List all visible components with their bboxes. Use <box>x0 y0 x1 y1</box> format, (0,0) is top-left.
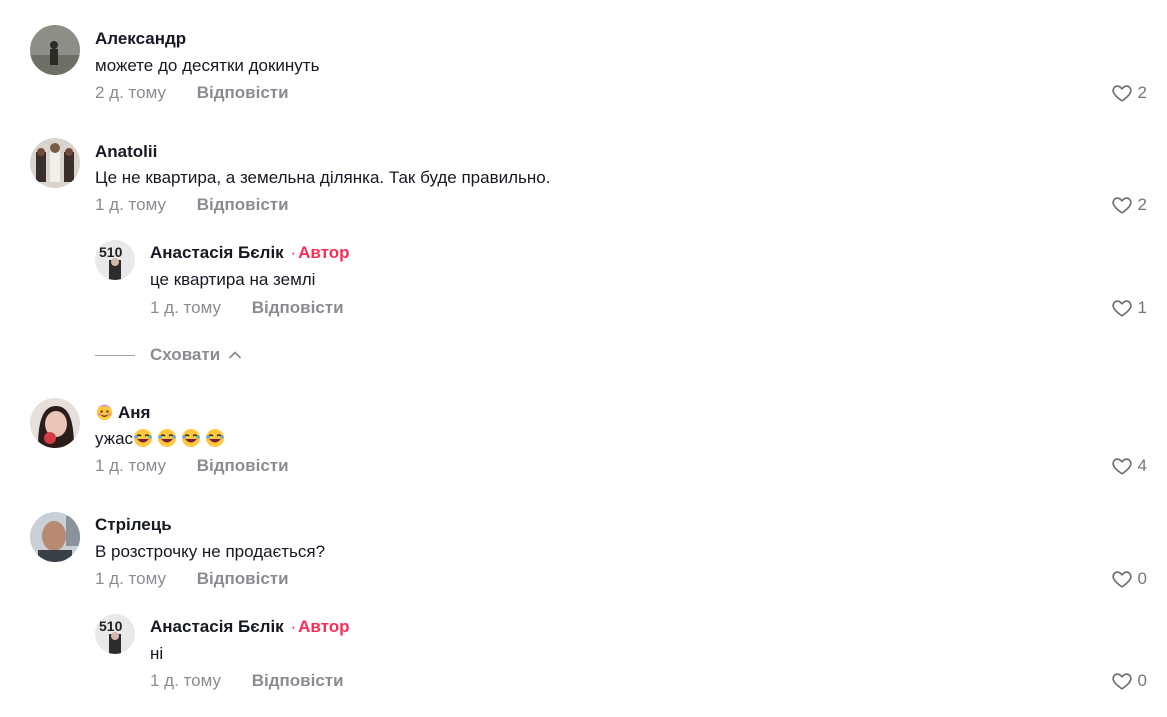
reply-username-row: Анастасія Бєлік · Автор <box>150 243 349 263</box>
laughing-face-emoji <box>158 429 177 447</box>
reply-username-row: Анастасія Бєлік · Автор <box>150 617 349 637</box>
reply-button[interactable]: Відповісти <box>197 83 289 102</box>
author-badge: Автор <box>298 617 350 636</box>
heart-outline-icon <box>1111 300 1132 317</box>
like-count: 0 <box>1137 671 1147 690</box>
like-button[interactable]: 2 <box>1111 82 1147 104</box>
avatar[interactable] <box>30 25 80 75</box>
like-button[interactable]: 0 <box>1111 568 1147 590</box>
reply-meta: 1 д. тому Відповісти <box>150 671 344 691</box>
comment-text-body: ужас <box>95 429 134 448</box>
comment-username[interactable]: Александр <box>95 29 186 49</box>
comment-meta: 1 д. тому Відповісти <box>95 456 289 476</box>
comment-meta: 1 д. тому Відповісти <box>95 195 289 215</box>
svg-text:510: 510 <box>99 244 123 260</box>
like-button[interactable]: 4 <box>1111 455 1147 477</box>
like-button[interactable]: 2 <box>1111 194 1147 216</box>
comment-meta: 1 д. тому Відповісти <box>95 569 289 589</box>
avatar[interactable]: 510 <box>95 240 135 280</box>
reply-text: ні <box>150 644 164 663</box>
reply-time: 1 д. тому <box>150 298 221 317</box>
avatar[interactable]: 510 <box>95 614 135 654</box>
comment-username-row: Аня <box>95 402 150 423</box>
hide-replies-label: Сховати <box>150 345 221 364</box>
like-count: 4 <box>1137 456 1147 475</box>
heart-outline-icon <box>1111 673 1132 690</box>
author-badge: Автор <box>298 243 350 262</box>
reply-time: 1 д. тому <box>150 671 221 690</box>
like-count: 2 <box>1137 83 1147 102</box>
like-count: 2 <box>1137 195 1147 214</box>
heart-outline-icon <box>1111 85 1132 102</box>
reply-button[interactable]: Відповісти <box>252 671 344 690</box>
like-count: 0 <box>1137 569 1147 588</box>
comment-time: 1 д. тому <box>95 569 166 588</box>
reply-button[interactable]: Відповісти <box>197 195 289 214</box>
comment-username[interactable]: Стрілець <box>95 515 172 535</box>
laughing-face-emoji <box>206 429 225 447</box>
svg-text:510: 510 <box>99 618 123 634</box>
comment-text: можете до десятки докинуть <box>95 56 320 75</box>
laughing-face-emoji <box>182 429 201 447</box>
comment-text: ужас <box>95 428 229 450</box>
avatar[interactable] <box>30 512 80 562</box>
reply-meta: 1 д. тому Відповісти <box>150 298 344 318</box>
comment-username[interactable]: Anatolii <box>95 142 157 162</box>
like-count: 1 <box>1137 298 1147 317</box>
comment-meta: 2 д. тому Відповісти <box>95 83 289 103</box>
like-button[interactable]: 1 <box>1111 297 1147 319</box>
chevron-up-icon <box>229 351 242 359</box>
comment-username[interactable]: Аня <box>118 403 150 422</box>
reply-text: це квартира на землі <box>150 270 316 289</box>
avatar[interactable] <box>30 138 80 188</box>
like-button[interactable]: 0 <box>1111 670 1147 692</box>
heart-outline-icon <box>1111 197 1132 214</box>
heart-outline-icon <box>1111 458 1132 475</box>
laughing-face-emoji <box>134 429 153 447</box>
comment-text: Це не квартира, а земельна ділянка. Так … <box>95 168 551 187</box>
heart-outline-icon <box>1111 571 1132 588</box>
divider-line <box>95 354 135 356</box>
comment-time: 1 д. тому <box>95 195 166 214</box>
reply-button[interactable]: Відповісти <box>197 569 289 588</box>
author-separator: · <box>290 243 297 262</box>
blushing-face-emoji <box>96 404 113 421</box>
avatar[interactable] <box>30 398 80 448</box>
hide-replies-button[interactable]: Сховати <box>95 345 242 365</box>
comment-text: В розстрочку не продається? <box>95 542 326 561</box>
comment-time: 1 д. тому <box>95 456 166 475</box>
comment-time: 2 д. тому <box>95 83 166 102</box>
reply-button[interactable]: Відповісти <box>197 456 289 475</box>
reply-username[interactable]: Анастасія Бєлік <box>150 617 284 636</box>
reply-username[interactable]: Анастасія Бєлік <box>150 243 284 262</box>
author-separator: · <box>290 617 297 636</box>
reply-button[interactable]: Відповісти <box>252 298 344 317</box>
